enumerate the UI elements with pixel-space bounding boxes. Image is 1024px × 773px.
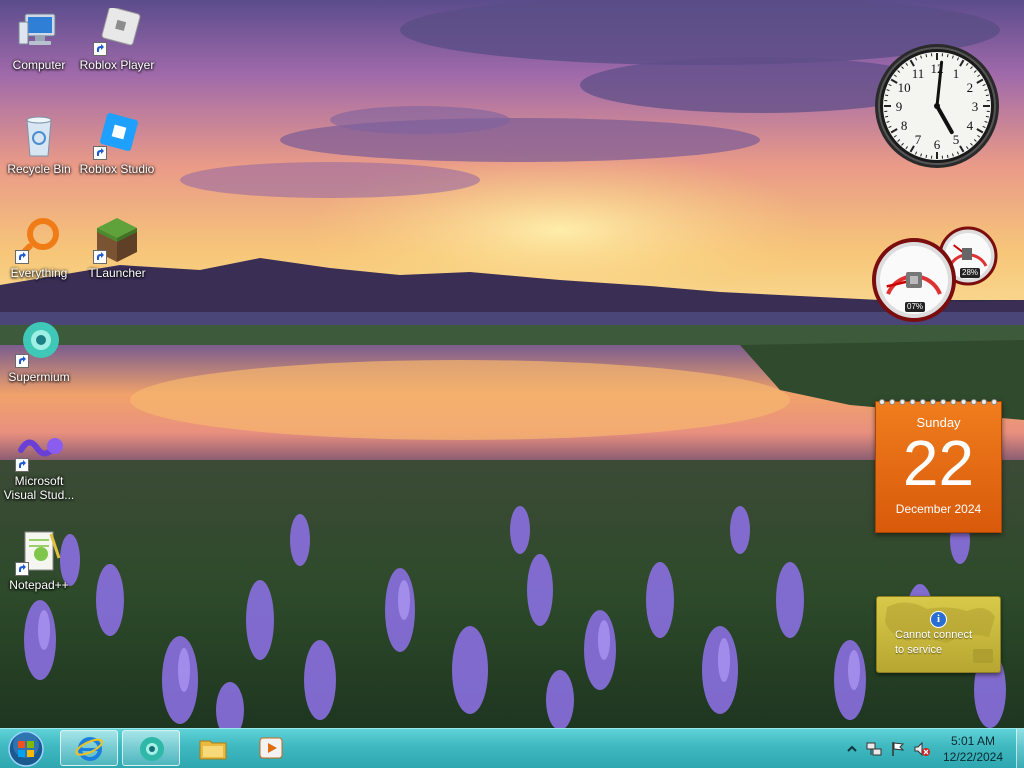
notepadpp-icon	[15, 528, 63, 576]
clock-numeral: 2	[967, 80, 974, 95]
tlauncher-grass-block-icon	[93, 216, 141, 264]
shortcut-arrow-icon	[93, 42, 107, 56]
taskbar-clock[interactable]: 5:01 AM 12/22/2024	[934, 733, 1012, 765]
clock-numeral: 5	[953, 132, 960, 147]
cpu-percent-label: 07%	[905, 302, 925, 312]
desktop-icon-computer[interactable]: Computer	[1, 8, 77, 72]
recycle-bin-icon	[15, 112, 63, 160]
internet-explorer-icon	[75, 734, 105, 764]
taskbar-media-player[interactable]	[242, 730, 300, 766]
desktop-icon-recycle-bin[interactable]: Recycle Bin	[1, 112, 77, 176]
clock-gadget[interactable]: 121234567891011	[873, 42, 1001, 170]
memory-percent-label: 28%	[960, 268, 980, 278]
taskbar-date: 12/22/2024	[934, 749, 1012, 765]
computer-icon	[15, 8, 63, 56]
taskbar-time: 5:01 AM	[934, 733, 1012, 749]
calendar-month-year: December 2024	[876, 502, 1001, 516]
weather-error-line-1: Cannot connect	[895, 628, 972, 643]
media-player-icon	[256, 733, 286, 763]
network-icon[interactable]	[866, 741, 882, 757]
weather-error-message: Cannot connect to service	[895, 628, 972, 658]
roblox-studio-icon	[93, 112, 141, 160]
desktop-icon-label: Roblox Studio	[79, 162, 155, 176]
shortcut-arrow-icon	[93, 146, 107, 160]
action-center-flag-icon[interactable]	[890, 741, 906, 757]
weather-gadget[interactable]: i Cannot connect to service	[876, 596, 1001, 673]
windows-explorer-folder-icon	[198, 733, 228, 763]
desktop-icon-supermium[interactable]: Supermium	[1, 320, 77, 384]
desktop-icon-label: Everything	[1, 266, 77, 280]
clock-numeral: 6	[934, 137, 941, 152]
desktop-icon-label: Recycle Bin	[1, 162, 77, 176]
desktop-icon-label: Supermium	[1, 370, 77, 384]
clock-numeral: 1	[953, 66, 960, 81]
taskbar: 5:01 AM 12/22/2024	[0, 728, 1024, 768]
clock-numeral: 9	[896, 99, 903, 114]
desktop-icon-label: Microsoft Visual Stud...	[1, 474, 77, 502]
desktop-icon-everything[interactable]: Everything	[1, 216, 77, 280]
roblox-player-icon	[93, 8, 141, 56]
volume-muted-icon[interactable]	[914, 741, 930, 757]
desktop-icon-roblox-player[interactable]: Roblox Player	[79, 8, 155, 72]
shortcut-arrow-icon	[15, 458, 29, 472]
clock-numeral: 8	[901, 118, 908, 133]
shortcut-arrow-icon	[15, 250, 29, 264]
windows-start-orb-icon	[6, 730, 46, 768]
show-desktop-button[interactable]	[1016, 729, 1024, 769]
calendar-day-number: 22	[876, 430, 1001, 496]
clock-numeral: 4	[967, 118, 974, 133]
taskbar-internet-explorer[interactable]	[60, 730, 118, 766]
clock-numeral: 3	[972, 99, 979, 114]
shortcut-arrow-icon	[15, 354, 29, 368]
desktop-icon-roblox-studio[interactable]: Roblox Studio	[79, 112, 155, 176]
shortcut-arrow-icon	[93, 250, 107, 264]
desktop-wallpaper[interactable]: Computer Roblox Player Recycle Bin Roblo…	[0, 0, 1024, 728]
desktop-icon-label: TLauncher	[79, 266, 155, 280]
visual-studio-icon	[15, 424, 63, 472]
start-button[interactable]	[6, 730, 46, 768]
wallpaper-landscape	[0, 0, 1024, 728]
desktop-icon-tlauncher[interactable]: TLauncher	[79, 216, 155, 280]
desktop-icon-label: Roblox Player	[79, 58, 155, 72]
desktop-icon-label: Computer	[1, 58, 77, 72]
calendar-rings	[876, 397, 1001, 407]
taskbar-windows-explorer[interactable]	[184, 730, 242, 766]
weather-error-line-2: to service	[895, 643, 972, 658]
shortcut-arrow-icon	[15, 562, 29, 576]
calendar-gadget[interactable]: Sunday 22 December 2024	[875, 401, 1002, 533]
supermium-browser-icon	[137, 734, 167, 764]
desktop-icon-label: Notepad++	[1, 578, 77, 592]
desktop-icon-visual-studio[interactable]: Microsoft Visual Stud...	[1, 424, 77, 502]
clock-numeral: 10	[898, 80, 911, 95]
clock-numeral: 7	[915, 132, 922, 147]
clock-numeral: 11	[912, 66, 925, 81]
info-icon[interactable]: i	[930, 611, 947, 628]
cpu-meter-gadget[interactable]: 07% 28%	[872, 226, 1002, 322]
desktop-icon-notepadpp[interactable]: Notepad++	[1, 528, 77, 592]
taskbar-supermium[interactable]	[122, 730, 180, 766]
supermium-browser-icon	[15, 320, 63, 368]
everything-search-icon	[15, 216, 63, 264]
show-hidden-icons-chevron-icon[interactable]	[844, 741, 860, 757]
